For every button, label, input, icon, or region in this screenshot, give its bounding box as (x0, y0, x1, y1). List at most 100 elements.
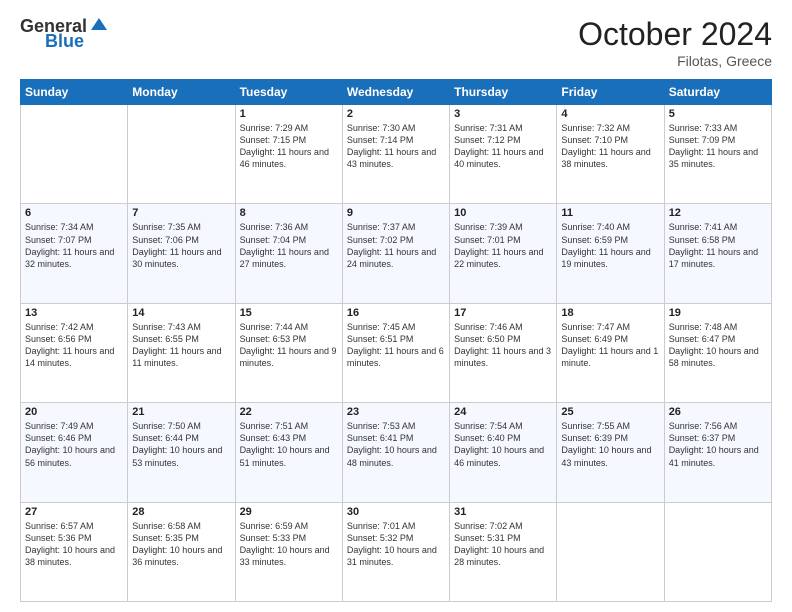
day-text: Sunrise: 7:47 AM Sunset: 6:49 PM Dayligh… (561, 321, 659, 370)
day-text: Sunrise: 7:56 AM Sunset: 6:37 PM Dayligh… (669, 420, 767, 469)
day-header-thursday: Thursday (450, 80, 557, 105)
calendar-cell: 5Sunrise: 7:33 AM Sunset: 7:09 PM Daylig… (664, 105, 771, 204)
calendar-cell: 29 Sunrise: 6:59 AM Sunset: 5:33 PM Dayli… (235, 502, 342, 601)
day-text: Sunrise: 7:32 AM Sunset: 7:10 PM Dayligh… (561, 122, 659, 171)
day-header-wednesday: Wednesday (342, 80, 449, 105)
calendar-cell (664, 502, 771, 601)
day-number: 2 (347, 108, 445, 120)
calendar-table: SundayMondayTuesdayWednesdayThursdayFrid… (20, 79, 772, 602)
calendar-cell: 30 Sunrise: 7:01 AM Sunset: 5:32 PM Dayli… (342, 502, 449, 601)
calendar-cell: 27Sunrise: 6:57 AM Sunset: 5:36 PM Dayli… (21, 502, 128, 601)
day-text: Sunrise: 7:49 AM Sunset: 6:46 PM Dayligh… (25, 420, 123, 469)
day-text: Sunrise: 7:34 AM Sunset: 7:07 PM Dayligh… (25, 221, 123, 270)
calendar-cell: 19Sunrise: 7:48 AM Sunset: 6:47 PM Dayli… (664, 303, 771, 402)
day-number: 1 (240, 108, 338, 120)
calendar-cell: 13 Sunrise: 7:42 AM Sunset: 6:56 PM Dayli… (21, 303, 128, 402)
day-number: 13 (25, 307, 123, 319)
day-text: Sunrise: 7:30 AM Sunset: 7:14 PM Dayligh… (347, 122, 445, 171)
day-header-friday: Friday (557, 80, 664, 105)
day-number: 20 (25, 406, 123, 418)
day-number: 15 (240, 307, 338, 319)
calendar-cell: 15Sunrise: 7:44 AM Sunset: 6:53 PM Dayli… (235, 303, 342, 402)
day-text: Sunrise: 7:39 AM Sunset: 7:01 PM Dayligh… (454, 221, 552, 270)
day-text: Sunrise: 7:37 AM Sunset: 7:02 PM Dayligh… (347, 221, 445, 270)
calendar-cell: 1Sunrise: 7:29 AM Sunset: 7:15 PM Daylig… (235, 105, 342, 204)
day-text: Sunrise: 7:02 AM Sunset: 5:31 PM Dayligh… (454, 520, 552, 569)
calendar-cell: 11 Sunrise: 7:40 AM Sunset: 6:59 PM Dayli… (557, 204, 664, 303)
day-text: Sunrise: 7:54 AM Sunset: 6:40 PM Dayligh… (454, 420, 552, 469)
day-number: 28 (132, 506, 230, 518)
calendar-header-row: SundayMondayTuesdayWednesdayThursdayFrid… (21, 80, 772, 105)
day-number: 12 (669, 207, 767, 219)
calendar-cell: 21 Sunrise: 7:50 AM Sunset: 6:44 PM Dayli… (128, 403, 235, 502)
day-number: 30 (347, 506, 445, 518)
day-text: Sunrise: 7:31 AM Sunset: 7:12 PM Dayligh… (454, 122, 552, 171)
day-header-tuesday: Tuesday (235, 80, 342, 105)
logo-icon (89, 16, 109, 36)
day-text: Sunrise: 6:58 AM Sunset: 5:35 PM Dayligh… (132, 520, 230, 569)
day-text: Sunrise: 6:59 AM Sunset: 5:33 PM Dayligh… (240, 520, 338, 569)
page-header: General Blue October 2024 Filotas, Greec… (20, 16, 772, 69)
calendar-cell: 28 Sunrise: 6:58 AM Sunset: 5:35 PM Dayli… (128, 502, 235, 601)
day-header-monday: Monday (128, 80, 235, 105)
day-text: Sunrise: 7:50 AM Sunset: 6:44 PM Dayligh… (132, 420, 230, 469)
calendar-cell: 23Sunrise: 7:53 AM Sunset: 6:41 PM Dayli… (342, 403, 449, 502)
day-number: 6 (25, 207, 123, 219)
day-number: 25 (561, 406, 659, 418)
day-number: 21 (132, 406, 230, 418)
calendar-week-row: 13 Sunrise: 7:42 AM Sunset: 6:56 PM Dayli… (21, 303, 772, 402)
day-text: Sunrise: 7:43 AM Sunset: 6:55 PM Dayligh… (132, 321, 230, 370)
calendar-cell: 24 Sunrise: 7:54 AM Sunset: 6:40 PM Dayli… (450, 403, 557, 502)
day-number: 14 (132, 307, 230, 319)
calendar-cell: 31 Sunrise: 7:02 AM Sunset: 5:31 PM Dayli… (450, 502, 557, 601)
day-number: 31 (454, 506, 552, 518)
calendar-cell (128, 105, 235, 204)
day-text: Sunrise: 7:41 AM Sunset: 6:58 PM Dayligh… (669, 221, 767, 270)
calendar-cell: 2 Sunrise: 7:30 AM Sunset: 7:14 PM Daylig… (342, 105, 449, 204)
calendar-cell: 4 Sunrise: 7:32 AM Sunset: 7:10 PM Daylig… (557, 105, 664, 204)
calendar-cell: 7Sunrise: 7:35 AM Sunset: 7:06 PM Daylig… (128, 204, 235, 303)
calendar-week-row: 20 Sunrise: 7:49 AM Sunset: 6:46 PM Dayli… (21, 403, 772, 502)
day-text: Sunrise: 7:35 AM Sunset: 7:06 PM Dayligh… (132, 221, 230, 270)
day-text: Sunrise: 7:01 AM Sunset: 5:32 PM Dayligh… (347, 520, 445, 569)
day-number: 23 (347, 406, 445, 418)
day-number: 19 (669, 307, 767, 319)
calendar-cell: 17 Sunrise: 7:46 AM Sunset: 6:50 PM Dayli… (450, 303, 557, 402)
day-text: Sunrise: 7:45 AM Sunset: 6:51 PM Dayligh… (347, 321, 445, 370)
calendar-cell: 12 Sunrise: 7:41 AM Sunset: 6:58 PM Dayli… (664, 204, 771, 303)
calendar-cell: 6 Sunrise: 7:34 AM Sunset: 7:07 PM Daylig… (21, 204, 128, 303)
day-number: 27 (25, 506, 123, 518)
day-number: 5 (669, 108, 767, 120)
calendar-cell: 14 Sunrise: 7:43 AM Sunset: 6:55 PM Dayli… (128, 303, 235, 402)
day-text: Sunrise: 7:46 AM Sunset: 6:50 PM Dayligh… (454, 321, 552, 370)
day-number: 3 (454, 108, 552, 120)
calendar-cell: 10 Sunrise: 7:39 AM Sunset: 7:01 PM Dayli… (450, 204, 557, 303)
calendar-cell: 20 Sunrise: 7:49 AM Sunset: 6:46 PM Dayli… (21, 403, 128, 502)
day-number: 24 (454, 406, 552, 418)
calendar-week-row: 6 Sunrise: 7:34 AM Sunset: 7:07 PM Daylig… (21, 204, 772, 303)
day-number: 8 (240, 207, 338, 219)
day-text: Sunrise: 7:51 AM Sunset: 6:43 PM Dayligh… (240, 420, 338, 469)
calendar-cell: 22Sunrise: 7:51 AM Sunset: 6:43 PM Dayli… (235, 403, 342, 502)
calendar-cell (557, 502, 664, 601)
logo-blue: Blue (45, 32, 84, 50)
day-number: 16 (347, 307, 445, 319)
day-number: 17 (454, 307, 552, 319)
day-text: Sunrise: 7:40 AM Sunset: 6:59 PM Dayligh… (561, 221, 659, 270)
day-number: 4 (561, 108, 659, 120)
day-text: Sunrise: 7:36 AM Sunset: 7:04 PM Dayligh… (240, 221, 338, 270)
month-title: October 2024 (578, 16, 772, 53)
day-number: 11 (561, 207, 659, 219)
calendar-cell: 25 Sunrise: 7:55 AM Sunset: 6:39 PM Dayli… (557, 403, 664, 502)
day-number: 9 (347, 207, 445, 219)
day-number: 10 (454, 207, 552, 219)
calendar-cell (21, 105, 128, 204)
day-number: 29 (240, 506, 338, 518)
day-text: Sunrise: 7:42 AM Sunset: 6:56 PM Dayligh… (25, 321, 123, 370)
calendar-cell: 18 Sunrise: 7:47 AM Sunset: 6:49 PM Dayli… (557, 303, 664, 402)
day-text: Sunrise: 7:55 AM Sunset: 6:39 PM Dayligh… (561, 420, 659, 469)
day-header-sunday: Sunday (21, 80, 128, 105)
calendar-cell: 26Sunrise: 7:56 AM Sunset: 6:37 PM Dayli… (664, 403, 771, 502)
calendar-week-row: 1Sunrise: 7:29 AM Sunset: 7:15 PM Daylig… (21, 105, 772, 204)
day-number: 18 (561, 307, 659, 319)
